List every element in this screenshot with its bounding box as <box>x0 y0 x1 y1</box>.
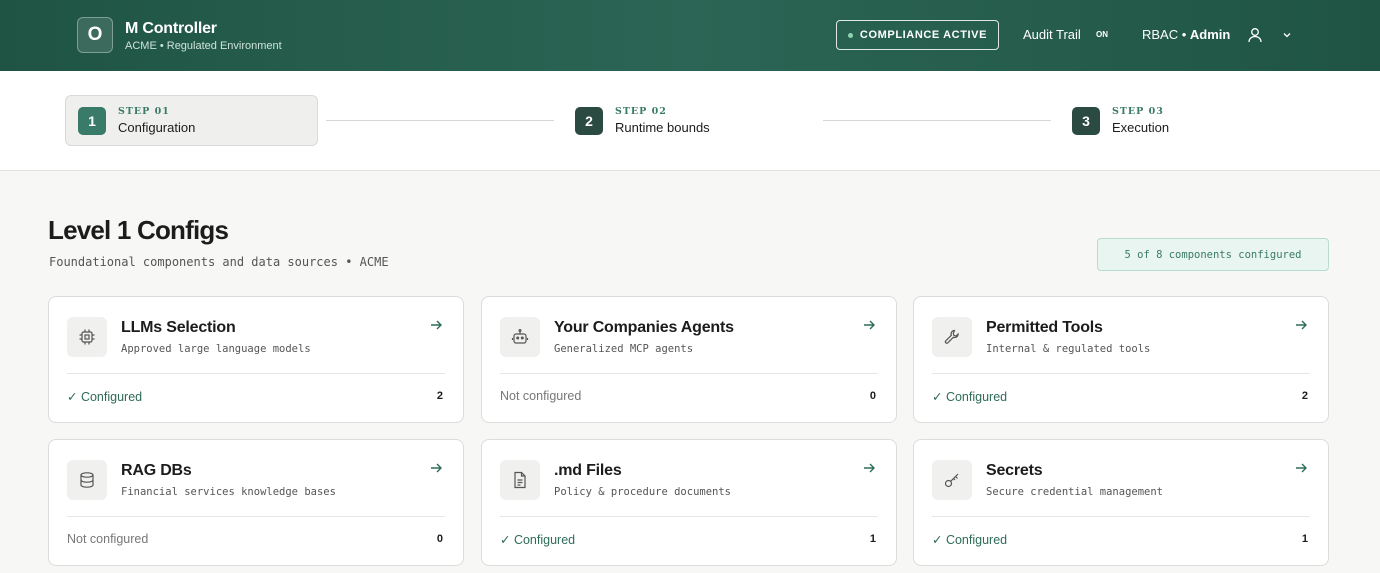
rbac-role-name: Admin <box>1189 27 1231 42</box>
database-icon <box>67 460 107 500</box>
key-icon <box>932 460 972 500</box>
audit-trail-label[interactable]: Audit Trail <box>1023 27 1081 42</box>
card-description: Generalized MCP agents <box>554 343 694 355</box>
chip-icon <box>67 317 107 357</box>
card-status: ✓ Configured <box>500 533 576 547</box>
step-connector <box>823 120 1051 121</box>
wrench-icon <box>932 317 972 357</box>
card-title: LLMs Selection <box>121 319 236 336</box>
arrow-right-icon[interactable] <box>429 461 443 475</box>
step-label: STEP 02 <box>615 106 667 117</box>
arrow-right-icon[interactable] <box>862 318 876 332</box>
card-count: 2 <box>436 390 443 402</box>
top-header: O M Controller ACME • Regulated Environm… <box>0 0 1380 71</box>
compliance-label: COMPLIANCE ACTIVE <box>859 29 988 41</box>
card-description: Secure credential management <box>986 486 1164 498</box>
card-divider <box>67 516 445 517</box>
card-status: ✓ Configured <box>932 533 1008 547</box>
card-title: RAG DBs <box>121 462 192 479</box>
rbac-prefix: RBAC • <box>1142 27 1190 42</box>
chevron-down-icon[interactable] <box>1281 29 1293 41</box>
card-companies-agents[interactable]: Your Companies Agents Generalized MCP ag… <box>481 296 897 423</box>
user-icon[interactable] <box>1246 26 1264 44</box>
card-divider <box>932 373 1310 374</box>
compliance-badge[interactable]: COMPLIANCE ACTIVE <box>836 20 999 50</box>
step-number: 1 <box>78 106 106 135</box>
arrow-right-icon[interactable] <box>1294 318 1308 332</box>
app-title: M Controller <box>125 20 217 37</box>
step-label: STEP 01 <box>118 106 170 117</box>
card-divider <box>932 516 1310 517</box>
app-subtitle: ACME • Regulated Environment <box>125 40 282 52</box>
card-llms-selection[interactable]: LLMs Selection Approved large language m… <box>48 296 464 423</box>
progress-badge: 5 of 8 components configured <box>1097 238 1329 271</box>
step-connector <box>326 120 554 121</box>
card-status: ✓ Configured <box>67 390 143 404</box>
step-name: Configuration <box>118 120 196 135</box>
step-name: Runtime bounds <box>615 120 710 135</box>
card-secrets[interactable]: Secrets Secure credential management ✓ C… <box>913 439 1329 566</box>
card-title: Your Companies Agents <box>554 319 734 336</box>
card-status: Not configured <box>67 532 149 546</box>
card-status: Not configured <box>500 389 582 403</box>
step-configuration[interactable]: 1 STEP 01 Configuration <box>65 95 318 146</box>
page-subtitle: Foundational components and data sources… <box>49 255 389 269</box>
card-rag-dbs[interactable]: RAG DBs Financial services knowledge bas… <box>48 439 464 566</box>
step-number: 3 <box>1072 106 1100 135</box>
app-logo[interactable]: O <box>77 17 113 53</box>
card-description: Financial services knowledge bases <box>121 486 336 498</box>
step-execution[interactable]: 3 STEP 03 Execution <box>1060 95 1310 146</box>
rbac-role: RBAC • Admin <box>1142 27 1230 42</box>
arrow-right-icon[interactable] <box>862 461 876 475</box>
arrow-right-icon[interactable] <box>429 318 443 332</box>
card-divider <box>500 516 878 517</box>
card-status: ✓ Configured <box>932 390 1008 404</box>
card-title: .md Files <box>554 462 622 479</box>
card-divider <box>500 373 878 374</box>
card-count: 1 <box>1301 533 1308 545</box>
card-description: Policy & procedure documents <box>554 486 732 498</box>
card-count: 0 <box>869 390 876 402</box>
card-description: Approved large language models <box>121 343 311 355</box>
step-label: STEP 03 <box>1112 106 1164 117</box>
card-md-files[interactable]: .md Files Policy & procedure documents ✓… <box>481 439 897 566</box>
step-number: 2 <box>575 106 603 135</box>
step-name: Execution <box>1112 120 1170 135</box>
card-count: 0 <box>436 533 443 545</box>
card-count: 1 <box>869 533 876 545</box>
audit-trail-state: ON <box>1096 30 1108 39</box>
page-title: Level 1 Configs <box>48 215 229 245</box>
card-title: Permitted Tools <box>986 319 1103 336</box>
card-divider <box>67 373 445 374</box>
card-permitted-tools[interactable]: Permitted Tools Internal & regulated too… <box>913 296 1329 423</box>
status-dot-icon <box>847 32 853 38</box>
card-description: Internal & regulated tools <box>986 343 1151 355</box>
card-count: 2 <box>1301 390 1308 402</box>
robot-icon <box>500 317 540 357</box>
step-runtime-bounds[interactable]: 2 STEP 02 Runtime bounds <box>563 95 813 146</box>
arrow-right-icon[interactable] <box>1294 461 1308 475</box>
stepper: 1 STEP 01 Configuration 2 STEP 02 Runtim… <box>0 71 1380 171</box>
card-title: Secrets <box>986 462 1043 479</box>
document-icon <box>500 460 540 500</box>
